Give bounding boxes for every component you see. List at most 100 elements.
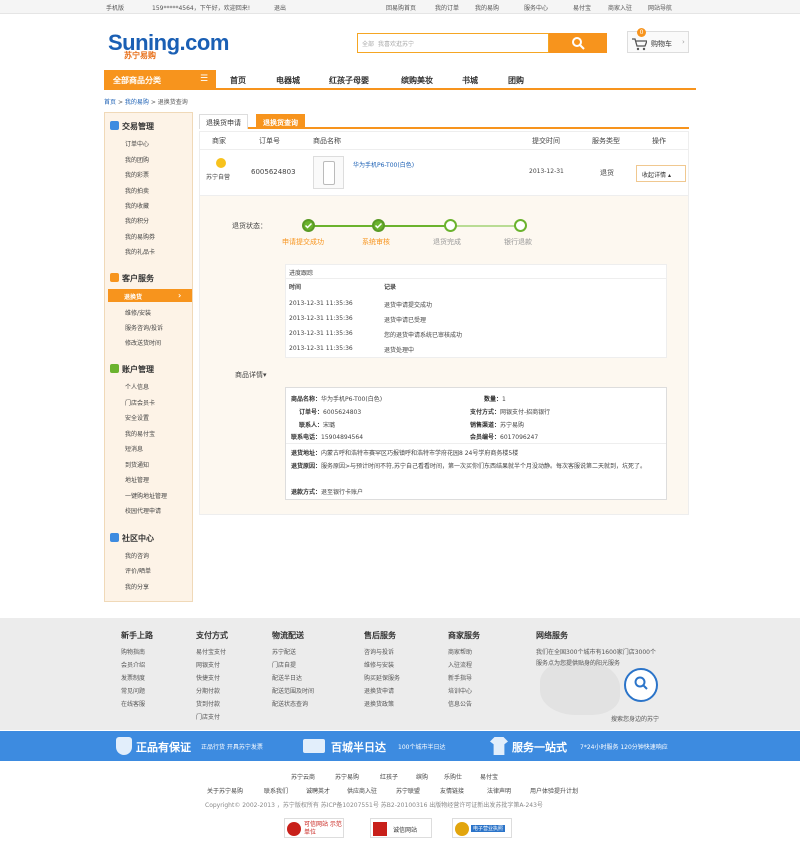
footer-bottom-link[interactable]: 法律声明 (487, 786, 511, 795)
footer-bottom-link[interactable]: 关于苏宁易购 (207, 786, 243, 795)
footer-bottom-link[interactable]: 友情链接 (440, 786, 464, 795)
collapse-detail-button[interactable]: 收起详情 ▴ (636, 165, 686, 182)
top-link-service[interactable]: 服务中心 (524, 3, 548, 12)
search-category[interactable]: 全部 (362, 39, 374, 48)
nav-baby[interactable]: 红孩子母婴 (329, 75, 369, 86)
footer-link[interactable]: 苏宁配送 (272, 647, 296, 656)
top-link-my[interactable]: 我的易购 (475, 3, 499, 12)
footer-link[interactable]: 常见问题 (121, 686, 145, 695)
sidebar-item-groupbuy[interactable]: 我的团购 (125, 155, 149, 164)
footer-link[interactable]: 分期付款 (196, 686, 220, 695)
footer-link[interactable]: 网银支付 (196, 660, 220, 669)
nav-appliance[interactable]: 电器城 (276, 75, 300, 86)
search-box[interactable]: 全部 我喜欢逛苏宁 (357, 33, 549, 53)
sidebar-item-auction[interactable]: 我的拍卖 (125, 186, 149, 195)
top-link-home[interactable]: 回易购首页 (386, 3, 416, 12)
product-detail-toggle[interactable]: 商品详情▾ (235, 370, 267, 380)
tab-return-apply[interactable]: 退换货申请 (199, 114, 248, 129)
integrity-site-badge[interactable]: 诚信网站 (370, 818, 432, 838)
footer-bottom-link[interactable]: 供应商入驻 (347, 786, 377, 795)
footer-link[interactable]: 配送半日达 (272, 673, 302, 682)
all-categories[interactable]: 全部商品分类 ☰ (104, 70, 216, 90)
sidebar-item-messages[interactable]: 短消息 (125, 444, 143, 453)
footer-link[interactable]: 发票制度 (121, 673, 145, 682)
footer-bottom-link[interactable]: 红孩子 (380, 772, 398, 781)
footer-link[interactable]: 培训中心 (448, 686, 472, 695)
sidebar-item-returns[interactable]: 退换货 › (108, 289, 192, 302)
sidebar-item-membercard[interactable]: 门店会员卡 (125, 398, 155, 407)
nav-groupbuy[interactable]: 团购 (508, 75, 524, 86)
nav-books[interactable]: 书城 (462, 75, 478, 86)
top-link-sitemap[interactable]: 网站导航 (648, 3, 672, 12)
nav-beauty[interactable]: 缤购美妆 (401, 75, 433, 86)
footer-link[interactable]: 维修与安装 (364, 660, 394, 669)
footer-link[interactable]: 入驻流程 (448, 660, 472, 669)
footer-link[interactable]: 信息公告 (448, 699, 472, 708)
row-order-no[interactable]: 6005624803 (251, 168, 296, 176)
sidebar-item-coupons[interactable]: 我的易购券 (125, 232, 155, 241)
sidebar-item-orders[interactable]: 订单中心 (125, 139, 149, 148)
breadcrumb-home[interactable]: 首页 (104, 99, 116, 106)
footer-link[interactable]: 门店自提 (272, 660, 296, 669)
footer-link[interactable]: 新手指导 (448, 673, 472, 682)
footer-bottom-link[interactable]: 乐购仕 (444, 772, 462, 781)
sidebar-item-points[interactable]: 我的积分 (125, 216, 149, 225)
sidebar-item-campus[interactable]: 校园代理申请 (125, 506, 161, 515)
footer-link[interactable]: 会员介绍 (121, 660, 145, 669)
business-license-badge[interactable]: 电子营业执照 (452, 818, 512, 838)
sidebar-item-lottery[interactable]: 我的彩票 (125, 170, 149, 179)
footer-bottom-link[interactable]: 缤购 (416, 772, 428, 781)
search-input[interactable]: 我喜欢逛苏宁 (378, 39, 414, 48)
footer-link[interactable]: 门店支付 (196, 712, 220, 721)
top-link-merchant[interactable]: 商家入驻 (608, 3, 632, 12)
footer-link[interactable]: 在线客服 (121, 699, 145, 708)
sidebar-item-delivery-time[interactable]: 修改送货时间 (125, 338, 161, 347)
footer-bottom-link[interactable]: 易付宝 (480, 772, 498, 781)
footer-link[interactable]: 货到付款 (196, 699, 220, 708)
top-link-orders[interactable]: 我的订单 (435, 3, 459, 12)
sidebar-item-consult[interactable]: 我的咨询 (125, 551, 149, 560)
tab-return-query[interactable]: 退换货查询 (256, 114, 305, 129)
sidebar-item-repair[interactable]: 维修/安装 (125, 308, 151, 317)
footer-bottom-link[interactable]: 苏宁联盟 (396, 786, 420, 795)
col-action: 操作 (652, 137, 666, 145)
sidebar-item-reviews[interactable]: 评价/晒单 (125, 566, 151, 575)
search-button[interactable] (549, 33, 607, 53)
sidebar-item-giftcard[interactable]: 我的礼品卡 (125, 247, 155, 256)
footer-link[interactable]: 购物指南 (121, 647, 145, 656)
cart-button[interactable]: 0 购物车 › (627, 28, 689, 53)
sidebar-item-epay[interactable]: 我的易付宝 (125, 429, 155, 438)
footer-link[interactable]: 快捷支付 (196, 673, 220, 682)
footer-bottom-link[interactable]: 用户体验提升计划 (530, 786, 578, 795)
footer-link[interactable]: 配送范围及时间 (272, 686, 314, 695)
footer-link[interactable]: 购买延保服务 (364, 673, 400, 682)
footer-bottom-link[interactable]: 苏宁云商 (291, 772, 315, 781)
footer-link[interactable]: 退换货政策 (364, 699, 394, 708)
store-search-icon[interactable] (624, 668, 658, 702)
footer-link[interactable]: 咨询与投诉 (364, 647, 394, 656)
sidebar-item-favorites[interactable]: 我的收藏 (125, 201, 149, 210)
footer-link[interactable]: 退换货申请 (364, 686, 394, 695)
logout-link[interactable]: 退出 (274, 3, 286, 12)
sidebar-item-oneclick[interactable]: 一键购地址管理 (125, 491, 167, 500)
sidebar-item-complaint[interactable]: 服务咨询/投诉 (125, 323, 163, 332)
row-product-name[interactable]: 华为手机P6-T00(白色) (353, 160, 414, 169)
sidebar-item-address[interactable]: 地址管理 (125, 475, 149, 484)
product-thumbnail[interactable] (313, 156, 344, 189)
sidebar-item-share[interactable]: 我的分享 (125, 582, 149, 591)
nav-home[interactable]: 首页 (230, 75, 246, 86)
sidebar-item-arrival[interactable]: 到货通知 (125, 460, 149, 469)
footer-bottom-link[interactable]: 诚聘英才 (306, 786, 330, 795)
breadcrumb-my[interactable]: 我的易购 (125, 99, 149, 106)
sidebar-item-security[interactable]: 安全设置 (125, 413, 149, 422)
footer-link[interactable]: 配送状态查询 (272, 699, 308, 708)
sidebar-item-profile[interactable]: 个人信息 (125, 382, 149, 391)
trusted-site-badge[interactable]: 可信网站 示范单位 (284, 818, 344, 838)
footer-link[interactable]: 商家帮助 (448, 647, 472, 656)
top-link-pay[interactable]: 易付宝 (573, 3, 591, 12)
footer-bottom-link[interactable]: 联系我们 (264, 786, 288, 795)
store-search-link[interactable]: 搜索您身边的苏宁 (611, 714, 659, 723)
footer-bottom-link[interactable]: 苏宁易购 (335, 772, 359, 781)
footer-link[interactable]: 易付宝支付 (196, 647, 226, 656)
mobile-link[interactable]: 手机版 (106, 3, 124, 12)
